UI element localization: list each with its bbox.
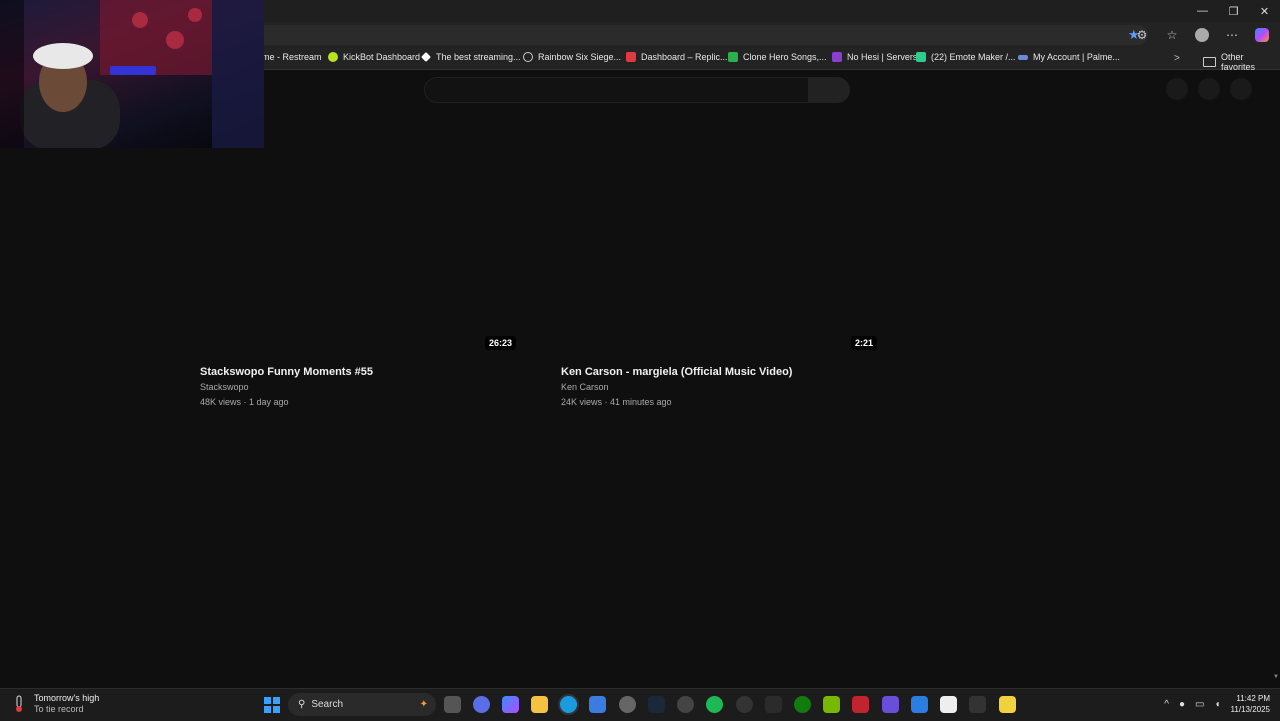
bookmark-label: My Account | Palme... bbox=[1033, 52, 1120, 62]
page-content: 26:23 Stackswopo Funny Moments #55 Stack… bbox=[0, 70, 1272, 685]
extensions-icon[interactable]: ⚙ bbox=[1132, 26, 1152, 44]
spotify-icon[interactable] bbox=[706, 696, 723, 713]
microphone-icon[interactable]: ● bbox=[1179, 699, 1185, 710]
nvidia-icon[interactable] bbox=[823, 696, 840, 713]
video-title[interactable]: Stackswopo Funny Moments #55 bbox=[200, 366, 520, 378]
clock-time: 11:42 PM bbox=[1236, 694, 1270, 703]
video-meta: 24K views · 41 minutes ago bbox=[561, 397, 672, 407]
volume-icon[interactable]: ◖ bbox=[1215, 699, 1221, 710]
clock[interactable]: 11:42 PM 11/13/2025 bbox=[1231, 693, 1270, 715]
bookmark-nohesi[interactable]: No Hesi | Servers bbox=[832, 52, 917, 62]
webcam-image bbox=[0, 0, 264, 148]
bookmark-palme[interactable]: My Account | Palme... bbox=[1018, 52, 1120, 62]
bookmark-emote[interactable]: (22) Emote Maker /... bbox=[916, 52, 1016, 62]
thermometer-icon bbox=[16, 695, 22, 712]
search-label: Search bbox=[311, 699, 344, 710]
bookmark-streaming[interactable]: The best streaming... bbox=[421, 52, 521, 62]
store-icon[interactable] bbox=[589, 696, 606, 713]
meta-icon[interactable] bbox=[969, 696, 986, 713]
search-input[interactable] bbox=[424, 77, 810, 103]
profile-avatar[interactable] bbox=[1192, 26, 1212, 44]
close-button[interactable]: ✕ bbox=[1249, 0, 1280, 22]
bookmark-label: KickBot Dashboard bbox=[343, 52, 421, 62]
search-icon: ⚲ bbox=[298, 699, 306, 710]
notifications-icon[interactable] bbox=[1198, 78, 1220, 100]
minimize-button[interactable]: — bbox=[1187, 0, 1218, 22]
taskbar-search[interactable]: ⚲ Search ✦ bbox=[288, 693, 436, 716]
bookmark-label: Dashboard – Replic... bbox=[641, 52, 728, 62]
other-favorites[interactable]: Other favorites bbox=[1203, 52, 1280, 72]
palme-icon bbox=[1018, 54, 1028, 60]
more-options-icon[interactable]: ⋯ bbox=[1222, 26, 1242, 44]
file-explorer-icon[interactable] bbox=[531, 696, 548, 713]
favorites-icon[interactable]: ☆ bbox=[1162, 26, 1182, 44]
r6-icon bbox=[523, 52, 533, 62]
video-card[interactable]: 2:21 Ken Carson - margiela (Official Mus… bbox=[561, 336, 881, 407]
chevron-right-icon[interactable]: > bbox=[1174, 53, 1180, 64]
bookmark-r6[interactable]: Rainbow Six Siege... bbox=[523, 52, 621, 62]
duration-badge: 2:21 bbox=[851, 336, 878, 350]
obs-icon[interactable] bbox=[677, 696, 694, 713]
rdp-icon[interactable] bbox=[911, 696, 928, 713]
plus-icon bbox=[728, 52, 738, 62]
discord-icon[interactable] bbox=[473, 696, 490, 713]
diamond-icon bbox=[421, 52, 431, 62]
emote-icon bbox=[916, 52, 926, 62]
window-app-icon[interactable] bbox=[940, 696, 957, 713]
webcam-overlay bbox=[0, 0, 264, 148]
channel-name[interactable]: Stackswopo bbox=[200, 382, 520, 392]
weather-widget[interactable]: Tomorrow's high To tie record bbox=[12, 693, 99, 715]
b-app-icon[interactable] bbox=[765, 696, 782, 713]
kick-app-icon[interactable] bbox=[999, 696, 1016, 713]
system-tray: ^ ● ▭ ◖ 11:42 PM 11/13/2025 bbox=[1164, 693, 1270, 715]
xbox-icon[interactable] bbox=[794, 696, 811, 713]
clock-date: 11/13/2025 bbox=[1230, 705, 1270, 714]
bookmark-clonehero[interactable]: Clone Hero Songs,... bbox=[728, 52, 827, 62]
search-button[interactable] bbox=[808, 77, 850, 103]
task-view-icon[interactable] bbox=[444, 696, 461, 713]
bookmark-label: Clone Hero Songs,... bbox=[743, 52, 827, 62]
chevron-up-icon[interactable]: ^ bbox=[1164, 699, 1169, 710]
settings-icon[interactable] bbox=[619, 696, 636, 713]
bookmark-restream[interactable]: me - Restream bbox=[262, 52, 322, 62]
restore-button[interactable]: ❐ bbox=[1218, 0, 1249, 22]
create-icon[interactable] bbox=[1166, 78, 1188, 100]
bookmark-label: (22) Emote Maker /... bbox=[931, 52, 1016, 62]
windows-start-icon[interactable] bbox=[264, 697, 280, 713]
edge-icon[interactable] bbox=[560, 696, 577, 713]
window-controls: — ❐ ✕ bbox=[1187, 0, 1280, 22]
network-icon[interactable]: ▭ bbox=[1195, 699, 1204, 710]
steam-icon[interactable] bbox=[648, 696, 665, 713]
weather-title: Tomorrow's high bbox=[34, 693, 100, 703]
other-favorites-label: Other favorites bbox=[1221, 52, 1256, 72]
kickbot-icon bbox=[328, 52, 338, 62]
video-meta: 48K views · 1 day ago bbox=[200, 397, 289, 407]
account-avatar[interactable] bbox=[1230, 78, 1252, 100]
bookmark-label: me - Restream bbox=[262, 52, 322, 62]
bookmark-label: Rainbow Six Siege... bbox=[538, 52, 622, 62]
page-scrollbar[interactable] bbox=[1272, 70, 1280, 685]
channel-name[interactable]: Ken Carson bbox=[561, 382, 881, 392]
nohesi-icon bbox=[832, 52, 842, 62]
video-card[interactable]: 26:23 Stackswopo Funny Moments #55 Stack… bbox=[200, 336, 520, 407]
4k-icon[interactable] bbox=[736, 696, 753, 713]
duration-badge: 26:23 bbox=[485, 336, 517, 350]
copilot-app-icon[interactable] bbox=[502, 696, 519, 713]
bookmark-kickbot[interactable]: KickBot Dashboard bbox=[328, 52, 420, 62]
browser-toolbar: ⚙ ☆ ⋯ bbox=[1132, 26, 1272, 44]
folder-icon bbox=[1203, 57, 1216, 67]
video-title[interactable]: Ken Carson - margiela (Official Music Vi… bbox=[561, 366, 881, 378]
replic-icon bbox=[626, 52, 636, 62]
bookmark-replic[interactable]: Dashboard – Replic... bbox=[626, 52, 728, 62]
scroll-down-icon[interactable]: ▼ bbox=[1273, 674, 1279, 680]
search-highlight-icon: ✦ bbox=[419, 699, 428, 710]
bookmark-label: No Hesi | Servers bbox=[847, 52, 918, 62]
windows-taskbar: Tomorrow's high To tie record ⚲ Search ✦… bbox=[0, 688, 1280, 721]
weather-subtitle: To tie record bbox=[34, 704, 84, 714]
copilot-icon[interactable] bbox=[1252, 26, 1272, 44]
rockstar-icon[interactable] bbox=[852, 696, 869, 713]
notes-icon[interactable] bbox=[882, 696, 899, 713]
bookmark-label: The best streaming... bbox=[436, 52, 521, 62]
